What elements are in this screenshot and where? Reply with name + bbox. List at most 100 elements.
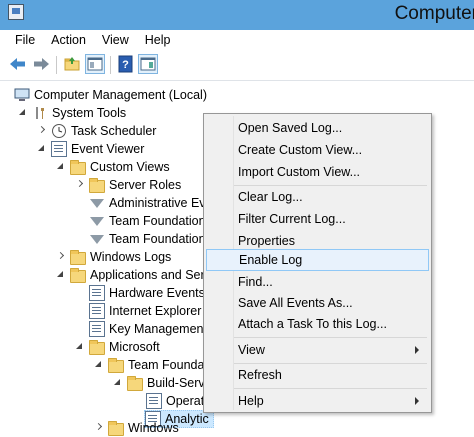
menu-item-find[interactable]: Find...: [206, 271, 429, 293]
tree-item-build-service[interactable]: Build-Servi: [113, 374, 207, 392]
title-bar: Computer: [0, 0, 474, 30]
log-icon: [89, 321, 105, 337]
forward-arrow-icon[interactable]: [31, 54, 51, 74]
menu-item-refresh[interactable]: Refresh: [206, 364, 429, 386]
folder-icon: [70, 159, 86, 175]
toolbar-separator: [110, 56, 111, 74]
menu-item-filter-current-log[interactable]: Filter Current Log...: [206, 208, 429, 230]
back-arrow-icon[interactable]: [8, 54, 28, 74]
menu-action[interactable]: Action: [43, 33, 94, 47]
tree-item-internet-explorer[interactable]: Internet Explorer: [89, 302, 201, 320]
tree-label: Administrative Eve: [109, 196, 213, 210]
tree-item-event-viewer[interactable]: Event Viewer: [37, 140, 144, 158]
tree-item-windows[interactable]: Windows: [94, 419, 179, 437]
tree-label: Internet Explorer: [109, 304, 202, 318]
tree-label: Custom Views: [90, 160, 170, 174]
tree-item-hardware-events[interactable]: Hardware Events: [89, 284, 205, 302]
tree-label: Windows Logs: [90, 250, 172, 264]
tree-label: Task Scheduler: [71, 124, 157, 138]
context-menu: Open Saved Log... Create Custom View... …: [203, 113, 432, 413]
collapse-arrow-icon[interactable]: [18, 108, 28, 118]
tree-label: Team Foundation: [109, 214, 206, 228]
tree-label: Event Viewer: [71, 142, 145, 156]
show-hide-console-tree-icon[interactable]: [85, 54, 105, 74]
tree-item-operational[interactable]: Operati: [146, 392, 207, 410]
tree-item-microsoft[interactable]: Microsoft: [75, 338, 160, 356]
tree-item-team-foundation[interactable]: Team Foundation: [89, 212, 206, 230]
menu-item-view[interactable]: View: [206, 339, 429, 361]
menu-file[interactable]: File: [0, 33, 43, 47]
submenu-arrow-icon: [415, 346, 419, 354]
folder-icon: [89, 339, 105, 355]
tree-item-windows-logs[interactable]: Windows Logs: [56, 248, 171, 266]
filter-icon: [90, 234, 104, 244]
folder-icon: [70, 267, 86, 283]
expand-arrow-icon[interactable]: [37, 126, 47, 136]
menu-item-attach-task[interactable]: Attach a Task To this Log...: [206, 313, 429, 335]
expand-arrow-icon[interactable]: [75, 180, 85, 190]
computer-management-icon[interactable]: [8, 4, 24, 20]
tree-label: Computer Management (Local): [34, 88, 207, 102]
tree-item-custom-views[interactable]: Custom Views: [56, 158, 170, 176]
tree-item-team-foundation[interactable]: Team Foundation: [89, 230, 206, 248]
tree-label: Hardware Events: [109, 286, 205, 300]
tree-item-administrative-events[interactable]: Administrative Eve: [89, 194, 213, 212]
filter-icon: [90, 216, 104, 226]
expand-arrow-icon[interactable]: [56, 252, 66, 262]
folder-icon: [108, 357, 124, 373]
tree-item-system-tools[interactable]: System Tools: [18, 104, 126, 122]
collapse-arrow-icon[interactable]: [56, 270, 66, 280]
log-icon: [89, 303, 105, 319]
show-hide-action-pane-icon[interactable]: [138, 54, 158, 74]
menu-item-clear-log[interactable]: Clear Log...: [206, 186, 429, 208]
up-folder-icon[interactable]: [62, 54, 82, 74]
tree-label: Build-Servi: [147, 376, 208, 390]
clock-icon: [51, 123, 67, 139]
tree-item-key-management[interactable]: Key Management: [89, 320, 207, 338]
svg-text:?: ?: [122, 59, 129, 71]
folder-icon: [70, 249, 86, 265]
collapse-arrow-icon[interactable]: [94, 360, 104, 370]
tree-label: Team Foundat: [128, 358, 208, 372]
tree-item-team-foundation-folder[interactable]: Team Foundat: [94, 356, 208, 374]
tree-label: Applications and Serv: [90, 268, 211, 282]
tree-label: Microsoft: [109, 340, 160, 354]
menu-item-enable-log[interactable]: Enable Log: [206, 249, 429, 271]
menu-item-open-saved-log[interactable]: Open Saved Log...: [206, 117, 429, 139]
collapse-arrow-icon[interactable]: [37, 144, 47, 154]
tree-item-computer-management[interactable]: Computer Management (Local): [14, 86, 207, 104]
help-icon[interactable]: ?: [116, 54, 136, 74]
menu-item-import-custom-view[interactable]: Import Custom View...: [206, 161, 429, 183]
collapse-arrow-icon[interactable]: [75, 342, 85, 352]
menu-item-label: Help: [238, 394, 264, 408]
menu-item-save-all-events-as[interactable]: Save All Events As...: [206, 292, 429, 314]
tree-label: Team Foundation: [109, 232, 206, 246]
menu-help[interactable]: Help: [137, 33, 179, 47]
tools-icon: [32, 105, 48, 121]
log-icon: [89, 285, 105, 301]
tree-item-applications-and-services[interactable]: Applications and Serv: [56, 266, 211, 284]
submenu-arrow-icon: [415, 397, 419, 405]
filter-icon: [90, 198, 104, 208]
tree-label: Operati: [166, 394, 207, 408]
tree-item-task-scheduler[interactable]: Task Scheduler: [37, 122, 156, 140]
menu-item-label: View: [238, 343, 265, 357]
tree-item-server-roles[interactable]: Server Roles: [75, 176, 181, 194]
toolbar: ?: [0, 50, 474, 81]
folder-icon: [127, 375, 143, 391]
menu-item-create-custom-view[interactable]: Create Custom View...: [206, 139, 429, 161]
window-title: Computer: [394, 3, 474, 24]
event-viewer-icon: [51, 141, 67, 157]
tree-label: Windows: [128, 421, 179, 435]
toolbar-separator: [56, 56, 57, 74]
collapse-arrow-icon[interactable]: [56, 162, 66, 172]
folder-icon: [89, 177, 105, 193]
tree-label: Key Management: [109, 322, 207, 336]
menu-view[interactable]: View: [94, 33, 137, 47]
menu-item-help[interactable]: Help: [206, 390, 429, 412]
expand-arrow-icon[interactable]: [94, 423, 104, 433]
menu-separator: [234, 388, 427, 389]
tree-label: Server Roles: [109, 178, 182, 192]
computer-icon: [14, 87, 30, 103]
collapse-arrow-icon[interactable]: [113, 378, 123, 388]
